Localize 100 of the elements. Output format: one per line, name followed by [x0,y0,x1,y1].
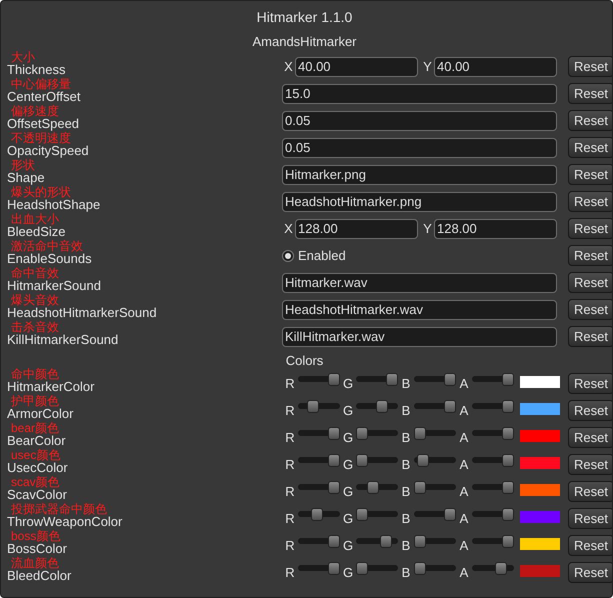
input-field[interactable]: 0.05 [282,110,557,130]
input-field[interactable]: 128.00 [434,218,557,238]
slider[interactable] [298,535,340,548]
slider[interactable] [356,400,398,413]
annotation: 护甲颜色 [10,396,59,407]
reset-button[interactable]: Reset [568,454,612,475]
slider-thumb[interactable] [502,400,514,413]
slider[interactable] [472,562,514,575]
slider[interactable] [298,427,340,440]
reset-button[interactable]: Reset [568,56,612,77]
slider[interactable] [414,481,456,494]
input-field[interactable]: 15.0 [282,84,557,104]
reset-button[interactable]: Reset [568,481,612,502]
slider-thumb[interactable] [356,427,368,440]
slider-thumb[interactable] [328,427,340,440]
slider[interactable] [356,481,398,494]
slider[interactable] [414,373,456,386]
reset-button[interactable]: Reset [568,218,612,239]
slider-thumb[interactable] [414,427,426,440]
slider[interactable] [472,454,514,467]
slider-thumb[interactable] [502,535,514,548]
reset-button[interactable]: Reset [568,272,612,293]
slider-thumb[interactable] [414,481,426,494]
slider-thumb[interactable] [417,454,429,467]
reset-button[interactable]: Reset [568,508,612,529]
slider-thumb[interactable] [444,373,456,386]
reset-button[interactable]: Reset [568,137,612,158]
slider-thumb[interactable] [502,454,514,467]
slider[interactable] [414,562,456,575]
slider-thumb[interactable] [328,481,340,494]
slider[interactable] [472,427,514,440]
slider-thumb[interactable] [356,562,368,575]
slider-thumb[interactable] [328,535,340,548]
slider[interactable] [414,535,456,548]
reset-button[interactable]: Reset [568,535,612,556]
slider[interactable] [472,535,514,548]
channel-label: A [458,565,470,580]
reset-button[interactable]: Reset [568,427,612,448]
channel-label: G [342,403,354,418]
reset-button[interactable]: Reset [568,83,612,104]
slider[interactable] [356,508,398,521]
slider-thumb[interactable] [494,562,506,575]
slider[interactable] [356,535,398,548]
slider-thumb[interactable] [414,535,426,548]
reset-button[interactable]: Reset [568,245,612,266]
slider[interactable] [414,400,456,413]
slider[interactable] [356,562,398,575]
input-field[interactable]: KillHitmarker.wav [282,326,557,346]
reset-button[interactable]: Reset [568,110,612,131]
slider-thumb[interactable] [328,562,340,575]
slider-thumb[interactable] [414,562,426,575]
reset-button[interactable]: Reset [568,299,612,320]
slider-thumb[interactable] [502,427,514,440]
slider-thumb[interactable] [328,373,340,386]
slider[interactable] [414,427,456,440]
slider[interactable] [414,454,456,467]
slider[interactable] [472,400,514,413]
input-field[interactable]: Hitmarker.wav [282,272,557,292]
input-field[interactable]: Hitmarker.png [282,164,557,184]
slider[interactable] [298,454,340,467]
slider[interactable] [298,508,340,521]
slider[interactable] [298,373,340,386]
slider[interactable] [298,400,340,413]
input-field[interactable]: 128.00 [295,218,418,238]
slider-thumb[interactable] [356,508,368,521]
input-field[interactable]: 0.05 [282,138,557,158]
reset-button[interactable]: Reset [568,191,612,212]
slider[interactable] [356,427,398,440]
slider[interactable] [298,562,340,575]
slider-thumb[interactable] [386,373,398,386]
reset-button[interactable]: Reset [568,326,612,347]
slider[interactable] [472,373,514,386]
reset-button[interactable]: Reset [568,164,612,185]
slider[interactable] [356,373,398,386]
input-field[interactable]: HeadshotHitmarker.png [282,192,557,212]
slider-thumb[interactable] [328,454,340,467]
slider-thumb[interactable] [444,508,456,521]
slider[interactable] [472,481,514,494]
slider-thumb[interactable] [502,508,514,521]
input-field[interactable]: 40.00 [295,56,418,76]
slider-thumb[interactable] [502,481,514,494]
reset-button[interactable]: Reset [568,373,612,394]
slider[interactable] [472,508,514,521]
slider-thumb[interactable] [307,400,319,413]
input-field[interactable]: 40.00 [434,56,557,76]
slider-thumb[interactable] [366,481,378,494]
input-field[interactable]: HeadshotHitmarker.wav [282,300,557,320]
slider-thumb[interactable] [311,508,324,521]
reset-button[interactable]: Reset [568,562,612,583]
slider[interactable] [414,508,456,521]
reset-button[interactable]: Reset [568,400,612,421]
slider[interactable] [298,481,340,494]
slider[interactable] [356,454,398,467]
slider-thumb[interactable] [356,454,368,467]
radio-button[interactable] [282,250,294,262]
slider-thumb[interactable] [444,400,456,413]
channel-label: A [458,457,470,472]
slider-thumb[interactable] [502,373,514,386]
slider-thumb[interactable] [376,400,388,413]
slider-thumb[interactable] [380,535,392,548]
